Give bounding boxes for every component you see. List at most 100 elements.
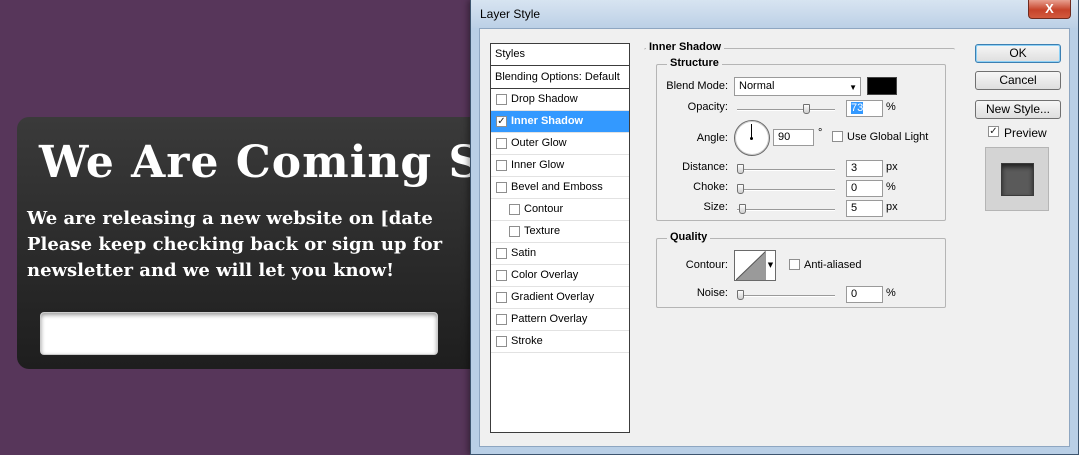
dialog-body: Styles Blending Options: Default Drop Sh… bbox=[479, 28, 1070, 447]
noise-slider-thumb[interactable] bbox=[737, 290, 744, 300]
size-unit: px bbox=[886, 201, 898, 213]
style-item-inner-shadow[interactable]: ✓ Inner Shadow bbox=[491, 111, 629, 133]
style-item-checkbox[interactable] bbox=[496, 138, 507, 149]
size-slider-track[interactable] bbox=[737, 209, 835, 211]
blend-mode-label: Blend Mode: bbox=[666, 80, 728, 92]
anti-aliased-checkbox[interactable] bbox=[789, 259, 800, 270]
contour-label: Contour: bbox=[685, 259, 728, 271]
noise-unit: % bbox=[886, 287, 896, 299]
style-item-label: Texture bbox=[524, 225, 561, 237]
preview-checkbox[interactable]: ✓ bbox=[988, 126, 999, 137]
angle-dial[interactable] bbox=[734, 120, 770, 156]
choke-slider-thumb[interactable] bbox=[737, 184, 744, 194]
coming-soon-title: We Are Coming S bbox=[39, 137, 482, 188]
angle-unit: ° bbox=[818, 127, 823, 139]
distance-slider-thumb[interactable] bbox=[737, 164, 744, 174]
choke-slider-track[interactable] bbox=[737, 189, 835, 191]
style-item-checkbox[interactable] bbox=[509, 226, 520, 237]
coming-soon-text: We are releasing a new website on [date … bbox=[27, 206, 537, 284]
distance-slider-track[interactable] bbox=[737, 169, 835, 171]
style-item-label: Bevel and Emboss bbox=[511, 181, 603, 193]
style-item-texture[interactable]: Texture bbox=[491, 221, 629, 243]
noise-label: Noise: bbox=[696, 287, 728, 299]
styles-header-label: Styles bbox=[495, 48, 525, 60]
ok-button[interactable]: OK bbox=[975, 44, 1061, 63]
opacity-unit: % bbox=[886, 101, 896, 113]
style-item-label: Stroke bbox=[511, 335, 543, 347]
distance-input[interactable]: 3 bbox=[846, 160, 883, 177]
style-preview-swatch bbox=[1001, 163, 1034, 196]
style-item-label: Drop Shadow bbox=[511, 93, 578, 105]
opacity-input[interactable]: 73 bbox=[846, 100, 883, 117]
opacity-slider-track[interactable] bbox=[737, 109, 835, 111]
coming-soon-line-1: We are releasing a new website on [date bbox=[27, 208, 433, 229]
choke-input[interactable]: 0 bbox=[846, 180, 883, 197]
distance-unit: px bbox=[886, 161, 898, 173]
structure-group: Structure Blend Mode: Normal ▼ Opacity: … bbox=[656, 57, 946, 221]
noise-input[interactable]: 0 bbox=[846, 286, 883, 303]
preview-label: Preview bbox=[1004, 126, 1047, 140]
style-item-gradient-overlay[interactable]: Gradient Overlay bbox=[491, 287, 629, 309]
style-item-checkbox[interactable] bbox=[509, 204, 520, 215]
style-item-label: Color Overlay bbox=[511, 269, 579, 281]
style-item-pattern-overlay[interactable]: Pattern Overlay bbox=[491, 309, 629, 331]
style-item-checkbox[interactable] bbox=[496, 182, 507, 193]
chevron-down-icon: ▼ bbox=[765, 251, 775, 280]
style-item-outer-glow[interactable]: Outer Glow bbox=[491, 133, 629, 155]
angle-label: Angle: bbox=[696, 132, 728, 144]
blending-options-label: Blending Options: Default bbox=[495, 71, 620, 83]
contour-picker[interactable]: ▼ bbox=[734, 250, 776, 281]
choke-label: Choke: bbox=[693, 181, 728, 193]
coming-soon-line-2: Please keep checking back or sign up for bbox=[27, 234, 443, 255]
style-item-checkbox[interactable] bbox=[496, 248, 507, 259]
style-item-checkbox[interactable] bbox=[496, 336, 507, 347]
cancel-button[interactable]: Cancel bbox=[975, 71, 1061, 90]
style-item-label: Gradient Overlay bbox=[511, 291, 595, 303]
style-item-color-overlay[interactable]: Color Overlay bbox=[491, 265, 629, 287]
size-input[interactable]: 5 bbox=[846, 200, 883, 217]
styles-header[interactable]: Styles bbox=[491, 44, 629, 66]
style-item-label: Contour bbox=[524, 203, 564, 215]
new-style-button[interactable]: New Style... bbox=[975, 100, 1061, 119]
angle-dial-center bbox=[750, 137, 753, 140]
style-item-inner-glow[interactable]: Inner Glow bbox=[491, 155, 629, 177]
layer-style-dialog: Layer Style X Styles Blending Options: D… bbox=[470, 0, 1079, 455]
style-item-contour[interactable]: Contour bbox=[491, 199, 629, 221]
style-item-bevel-and-emboss[interactable]: Bevel and Emboss bbox=[491, 177, 629, 199]
newsletter-input[interactable] bbox=[40, 312, 438, 355]
inner-shadow-panel-title: Inner Shadow bbox=[646, 41, 725, 53]
chevron-down-icon: ▼ bbox=[849, 83, 857, 92]
angle-input[interactable]: 90 bbox=[773, 129, 814, 146]
quality-group: Quality Contour: ▼ Anti-aliased Noise: 0… bbox=[656, 231, 946, 308]
noise-slider-track[interactable] bbox=[737, 295, 835, 297]
style-item-checkbox[interactable] bbox=[496, 314, 507, 325]
style-item-label: Inner Shadow bbox=[511, 115, 584, 127]
coming-soon-line-3: newsletter and we will let you know! bbox=[27, 260, 395, 281]
style-item-stroke[interactable]: Stroke bbox=[491, 331, 629, 353]
shadow-color-swatch[interactable] bbox=[867, 77, 897, 95]
blend-mode-select[interactable]: Normal ▼ bbox=[734, 77, 861, 96]
use-global-light-label: Use Global Light bbox=[847, 131, 929, 143]
dialog-title: Layer Style bbox=[480, 7, 541, 21]
style-item-satin[interactable]: Satin bbox=[491, 243, 629, 265]
blending-options-item[interactable]: Blending Options: Default bbox=[491, 67, 629, 89]
size-slider-thumb[interactable] bbox=[738, 204, 746, 214]
dialog-titlebar[interactable]: Layer Style X bbox=[471, 0, 1078, 28]
style-item-checkbox[interactable] bbox=[496, 160, 507, 171]
opacity-label: Opacity: bbox=[687, 101, 728, 113]
style-item-label: Inner Glow bbox=[511, 159, 565, 171]
style-item-checkbox[interactable] bbox=[496, 270, 507, 281]
style-item-checkbox[interactable] bbox=[496, 94, 507, 105]
choke-unit: % bbox=[886, 181, 896, 193]
style-item-checkbox[interactable]: ✓ bbox=[496, 116, 507, 127]
use-global-light-checkbox[interactable] bbox=[832, 131, 843, 142]
structure-title: Structure bbox=[667, 57, 722, 69]
close-button[interactable]: X bbox=[1028, 0, 1071, 19]
style-item-drop-shadow[interactable]: Drop Shadow bbox=[491, 89, 629, 111]
opacity-value: 73 bbox=[851, 102, 864, 114]
style-item-label: Satin bbox=[511, 247, 537, 259]
opacity-slider-thumb[interactable] bbox=[802, 104, 810, 114]
quality-title: Quality bbox=[667, 231, 711, 243]
style-item-checkbox[interactable] bbox=[496, 292, 507, 303]
style-item-label: Pattern Overlay bbox=[511, 313, 588, 325]
